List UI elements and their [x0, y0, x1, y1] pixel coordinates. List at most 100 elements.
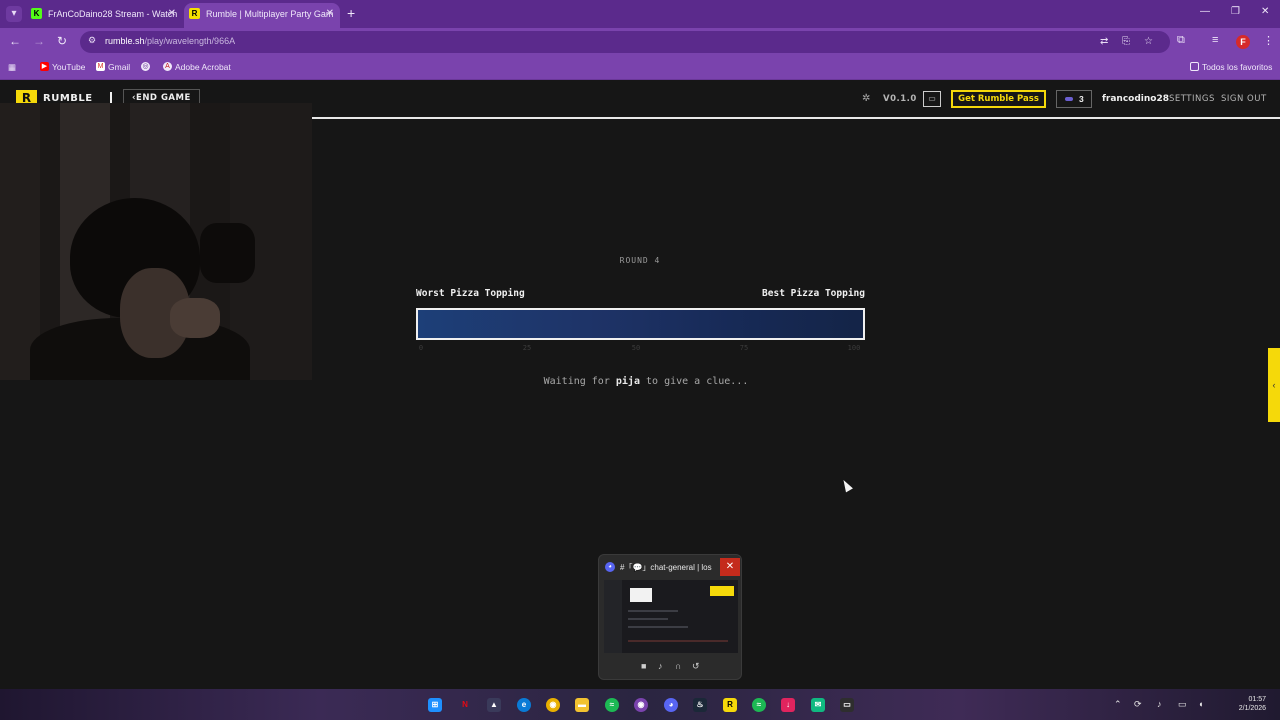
waiting-message: Waiting for pija to give a clue... — [543, 376, 749, 387]
translate-icon[interactable]: ⇄ — [1100, 36, 1108, 47]
site-info-icon[interactable]: ⚙ — [88, 35, 96, 46]
spectrum-tick: 0 — [418, 344, 424, 352]
tab-search-icon[interactable]: ▾ — [6, 6, 22, 22]
netflix-icon[interactable]: N — [458, 698, 472, 712]
bug-report-icon[interactable]: ✲ — [862, 93, 870, 104]
browser-tab-strip: ▾ K FrAnCoDaino28 Stream - Watch ✕ R Rum… — [0, 0, 1280, 28]
network-icon[interactable]: ▭ — [1178, 699, 1187, 710]
disconnect-icon[interactable]: ↺ — [692, 661, 700, 672]
browser-tab-rumble[interactable]: R Rumble | Multiplayer Party Gam ✕ — [184, 3, 340, 28]
side-panel-toggle[interactable]: ‹ — [1268, 348, 1280, 422]
mic-tray-icon[interactable]: ♪ — [1157, 699, 1162, 709]
settings-link[interactable]: SETTINGS — [1169, 94, 1215, 104]
bookmark-gmail[interactable]: M Gmail — [96, 62, 130, 72]
thumbnail-line — [628, 618, 668, 620]
media-controls-icon[interactable]: ≡ — [1212, 34, 1218, 46]
bookmark-youtube[interactable]: ▶ YouTube — [40, 62, 85, 72]
apps-grid-icon[interactable]: ▦ — [8, 62, 16, 73]
round-label: ROUND 4 — [619, 256, 661, 265]
close-tab-icon[interactable]: ✕ — [168, 3, 176, 25]
photos-icon[interactable]: ▲ — [487, 698, 501, 712]
restore-icon[interactable]: ❐ — [1231, 6, 1240, 17]
thumbnail-image — [710, 586, 734, 596]
spectrum-tick: 50 — [631, 344, 641, 352]
spotify-alt-icon[interactable]: ≈ — [752, 698, 766, 712]
close-tab-icon[interactable]: ✕ — [326, 3, 334, 25]
thumbnail-sidebar — [604, 580, 622, 653]
webcam-overlay — [0, 103, 312, 380]
acrobat-icon: A — [163, 62, 172, 71]
discord-icon: ◕ — [605, 562, 615, 572]
gmail-icon: M — [96, 62, 105, 71]
preview-close-button[interactable]: ✕ — [720, 558, 740, 576]
spectrum-tick: 75 — [739, 344, 749, 352]
spectrum-right-label: Best Pizza Topping — [762, 288, 865, 299]
omnibox[interactable]: ⚙ rumble.sh/play/wavelength/966A ⇄ ⎘ ☆ — [80, 31, 1170, 53]
windows-taskbar: ⊞ N ▲ e ◉ ▬ ≈ ◉ ◕ ♨ R ≈ ↓ ✉ ▭ ⌃ ⟳ ♪ ▭ ◖ … — [0, 689, 1280, 720]
all-bookmarks[interactable]: Todos los favoritos — [1190, 62, 1272, 72]
thumbnail-image — [630, 588, 652, 602]
chrome-icon[interactable]: ◉ — [546, 698, 560, 712]
rumble-icon: R — [189, 8, 200, 19]
spectrum-tick: 100 — [847, 344, 861, 352]
webcam-person-hand — [170, 298, 220, 338]
spectrum-tick: 25 — [522, 344, 532, 352]
discord-window-preview[interactable]: ◕ #「💬」chat-general | los ... ✕ ■ ♪ ∩ ↺ — [598, 554, 742, 680]
chrome-menu-icon[interactable]: ⋮ — [1263, 34, 1274, 47]
bookmark-star-icon[interactable]: ☆ — [1144, 36, 1153, 47]
extensions-icon[interactable]: ⧉ — [1177, 34, 1185, 47]
rumble-taskbar-icon[interactable]: R — [723, 698, 737, 712]
coin-icon — [1065, 97, 1073, 101]
profile-avatar[interactable]: F — [1236, 35, 1250, 49]
window-close-icon[interactable]: ✕ — [1261, 6, 1269, 17]
header-divider — [312, 117, 1280, 119]
globe-icon: ◎ — [141, 62, 150, 71]
app-icon[interactable]: ↓ — [781, 698, 795, 712]
coin-balance[interactable]: 3 — [1056, 90, 1092, 108]
volume-icon[interactable]: ◖ — [1198, 699, 1203, 709]
forward-icon[interactable]: → — [33, 34, 45, 48]
spotify-icon[interactable]: ≈ — [605, 698, 619, 712]
chat-app-icon[interactable]: ✉ — [811, 698, 825, 712]
sign-out-link[interactable]: SIGN OUT — [1221, 94, 1267, 104]
preview-thumbnail[interactable] — [604, 580, 738, 653]
clue-giver-name: pija — [615, 376, 640, 387]
username-label[interactable]: francodino28 — [1102, 94, 1169, 104]
discord-taskbar-icon[interactable]: ◕ — [664, 698, 678, 712]
edge-icon[interactable]: e — [517, 698, 531, 712]
bookmarks-bar: ▦ ▶ YouTube M Gmail ◎ A Adobe Acrobat To… — [0, 56, 1280, 80]
youtube-icon: ▶ — [40, 62, 49, 71]
spectrum-left-label: Worst Pizza Topping — [416, 288, 525, 299]
new-tab-icon[interactable]: + — [347, 6, 355, 20]
tab-title: Rumble | Multiplayer Party Gam — [206, 9, 334, 19]
browser-tab-kick[interactable]: K FrAnCoDaino28 Stream - Watch ✕ — [26, 3, 182, 28]
spectrum-bar — [416, 308, 865, 340]
headphones-icon[interactable]: ∩ — [675, 661, 681, 671]
sync-icon[interactable]: ⟳ — [1134, 699, 1142, 710]
bookmark-acrobat[interactable]: A Adobe Acrobat — [163, 62, 231, 72]
microphone-icon[interactable]: ♪ — [658, 661, 663, 671]
address-bar-row: ← → ↻ ⚙ rumble.sh/play/wavelength/966A ⇄… — [0, 28, 1280, 56]
display-icon[interactable]: ▭ — [923, 91, 941, 107]
get-rumble-pass-button[interactable]: Get Rumble Pass — [951, 90, 1046, 108]
back-icon[interactable]: ← — [9, 34, 21, 48]
thumbnail-line — [628, 610, 678, 612]
folder-icon — [1190, 62, 1199, 71]
thumbnail-line — [628, 626, 688, 628]
url-text[interactable]: rumble.sh/play/wavelength/966A — [105, 36, 235, 46]
version-label: V0.1.0 — [883, 94, 917, 104]
system-clock[interactable]: 01:57 2/1/2026 — [1226, 695, 1266, 713]
thumbnail-line — [628, 640, 728, 642]
terminal-icon[interactable]: ▭ — [840, 698, 854, 712]
reload-icon[interactable]: ↻ — [57, 34, 67, 48]
tray-overflow-icon[interactable]: ⌃ — [1114, 699, 1122, 710]
camera-icon[interactable]: ■ — [641, 661, 646, 671]
install-app-icon[interactable]: ⎘ — [1122, 36, 1130, 47]
start-icon[interactable]: ⊞ — [428, 698, 442, 712]
chrome-profile-icon[interactable]: ◉ — [634, 698, 648, 712]
webcam-object — [200, 223, 255, 283]
file-explorer-icon[interactable]: ▬ — [575, 698, 589, 712]
tab-title: FrAnCoDaino28 Stream - Watch — [48, 9, 178, 19]
steam-icon[interactable]: ♨ — [693, 698, 707, 712]
minimize-icon[interactable]: — — [1200, 6, 1210, 17]
